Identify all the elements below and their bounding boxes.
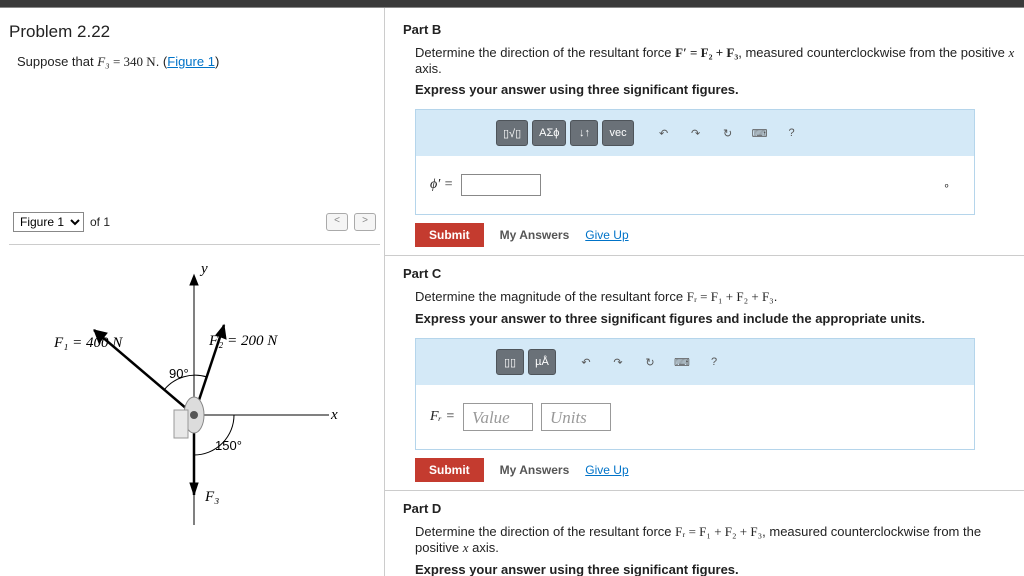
part-b-header: Part B [385, 12, 1024, 43]
y-axis-label: y [199, 261, 208, 277]
part-b-axis: x [1008, 45, 1014, 60]
part-b-input-row: ϕ′ = ∘ [415, 156, 975, 215]
part-c-body: Determine the magnitude of the resultant… [385, 287, 1024, 482]
problem-title: Problem 2.22 [5, 18, 384, 54]
part-b-answer-box: ▯√▯ ΑΣϕ ↓↑ vec ↶ ↷ ↻ ⌨ ? ϕ′ = ∘ [415, 109, 975, 215]
figure-next-button[interactable]: > [354, 213, 376, 231]
right-panel: Part B Determine the direction of the re… [385, 8, 1024, 576]
left-panel: Problem 2.22 Suppose that F₃ = 340 N. (F… [0, 8, 385, 576]
micro-button[interactable]: µÅ [528, 349, 556, 375]
part-c-input-row: Fᵣ = Value Units [415, 385, 975, 450]
reset-button[interactable]: ↻ [636, 349, 664, 375]
figure-nav-bar: Figure 1 of 1 < > [5, 210, 384, 234]
suppose-close: ) [215, 54, 219, 69]
part-b-body: Determine the direction of the resultant… [385, 43, 1024, 247]
suppose-eq: = 340 N [110, 54, 156, 69]
part-c-answer-box: ▯▯ µÅ ↶ ↷ ↻ ⌨ ? Fᵣ = Value Units [415, 338, 975, 450]
figure-prev-button[interactable]: < [326, 213, 348, 231]
part-b-toolbar: ▯√▯ ΑΣϕ ↓↑ vec ↶ ↷ ↻ ⌨ ? [415, 109, 975, 156]
part-c-header: Part C [385, 255, 1024, 287]
redo-button[interactable]: ↷ [604, 349, 632, 375]
force-diagram: y x F₁ = 400 N F₂ = 200 N F₃ 90° 150° [9, 255, 379, 535]
problem-supposition: Suppose that F₃ = 340 N. (Figure 1) [5, 54, 384, 70]
part-b-desc: Determine the direction of the resultant… [415, 45, 1024, 76]
submit-button[interactable]: Submit [415, 223, 484, 247]
part-d-header: Part D [385, 490, 1024, 522]
suppose-var: F₃ [97, 54, 109, 69]
part-d-desc: Determine the direction of the resultant… [415, 524, 1024, 556]
x-axis-label: x [330, 407, 338, 423]
keyboard-button[interactable]: ⌨ [746, 120, 774, 146]
part-c-value-input[interactable]: Value [463, 403, 533, 431]
my-answers-label: My Answers [500, 228, 570, 242]
my-answers-label: My Answers [500, 463, 570, 477]
part-c-instruction: Express your answer to three significant… [415, 311, 1024, 326]
part-b-instruction: Express your answer using three signific… [415, 82, 1024, 97]
vec-button[interactable]: vec [602, 120, 633, 146]
part-c-eq: Fᵣ = F₁ + F₂ + F₃ [687, 289, 774, 304]
submit-button[interactable]: Submit [415, 458, 484, 482]
part-c-desc: Determine the magnitude of the resultant… [415, 289, 1024, 305]
help-button[interactable]: ? [778, 120, 806, 146]
help-button[interactable]: ? [700, 349, 728, 375]
figure-canvas: y x F₁ = 400 N F₂ = 200 N F₃ 90° 150° [9, 244, 380, 534]
part-b-var-label: ϕ′ = [430, 177, 453, 193]
undo-button[interactable]: ↶ [572, 349, 600, 375]
give-up-link[interactable]: Give Up [585, 228, 628, 242]
arrows-button[interactable]: ↓↑ [570, 120, 598, 146]
give-up-link[interactable]: Give Up [585, 463, 628, 477]
figure-link[interactable]: Figure 1 [167, 54, 215, 69]
part-d-instruction: Express your answer using three signific… [415, 562, 1024, 576]
keyboard-button[interactable]: ⌨ [668, 349, 696, 375]
f2-label: F₂ = 200 N [208, 333, 278, 349]
reset-button[interactable]: ↻ [714, 120, 742, 146]
redo-button[interactable]: ↷ [682, 120, 710, 146]
f1-label: F₁ = 400 N [53, 335, 123, 351]
app-top-bar [0, 0, 1024, 8]
template-button[interactable]: ▯√▯ [496, 120, 528, 146]
part-c-post: . [774, 289, 778, 304]
degree-unit: ∘ [943, 179, 950, 192]
part-d-end: axis. [468, 540, 498, 555]
part-b-end: axis. [415, 61, 442, 76]
angle-90: 90° [169, 366, 189, 381]
part-c-var-label: Fᵣ = [430, 409, 455, 425]
figure-count: of 1 [90, 215, 110, 229]
part-b-post: , measured counterclockwise from the pos… [738, 45, 1008, 60]
f3-label: F₃ [204, 489, 219, 505]
part-b-actions: Submit My Answers Give Up [415, 223, 1024, 247]
units-template-button[interactable]: ▯▯ [496, 349, 524, 375]
part-c-units-input[interactable]: Units [541, 403, 611, 431]
greek-button[interactable]: ΑΣϕ [532, 120, 566, 146]
part-b-answer-input[interactable] [461, 174, 541, 196]
suppose-post: . ( [156, 54, 168, 69]
figure-select[interactable]: Figure 1 [13, 212, 84, 232]
part-d-pre: Determine the direction of the resultant… [415, 524, 675, 539]
part-c-pre: Determine the magnitude of the resultant… [415, 289, 687, 304]
part-b-pre: Determine the direction of the resultant… [415, 45, 675, 60]
part-d-body: Determine the direction of the resultant… [385, 522, 1024, 576]
part-b-eq: F′ = F₂ + F₃ [675, 45, 738, 60]
part-d-eq: Fᵣ = F₁ + F₂ + F₃ [675, 524, 762, 539]
angle-150: 150° [215, 438, 242, 453]
part-c-actions: Submit My Answers Give Up [415, 458, 1024, 482]
undo-button[interactable]: ↶ [650, 120, 678, 146]
suppose-pre: Suppose that [17, 54, 97, 69]
part-c-toolbar: ▯▯ µÅ ↶ ↷ ↻ ⌨ ? [415, 338, 975, 385]
